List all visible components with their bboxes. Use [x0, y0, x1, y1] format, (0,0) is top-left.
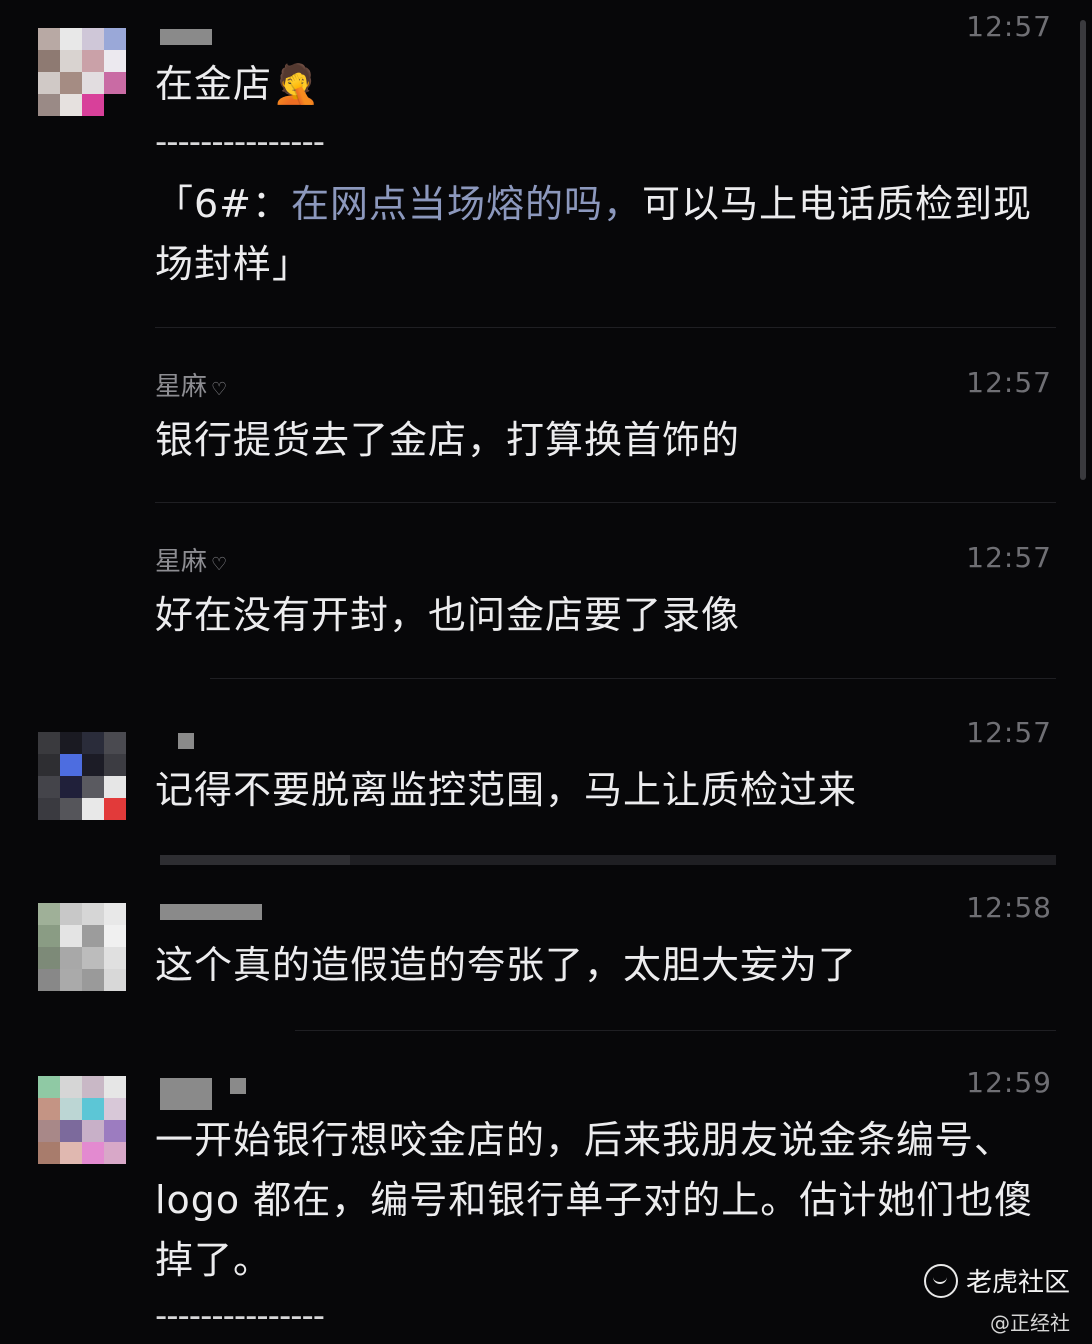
- sender-name-redacted: [160, 1078, 212, 1110]
- scrollbar[interactable]: [1080, 20, 1086, 480]
- avatar[interactable]: [38, 732, 126, 820]
- message-text: 一开始银行想咬金店的，后来我朋友说金条编号、logo 都在，编号和银行单子对的上…: [155, 1118, 1034, 1282]
- sender-name: 星麻 ♡: [155, 366, 227, 403]
- quote-highlight: 在网点当场熔的吗，: [291, 182, 643, 226]
- divider-dashes: ---------------: [155, 122, 325, 162]
- sender-name-redacted: [230, 1078, 246, 1094]
- sender-name-redacted: [160, 29, 212, 45]
- watermark-sub: @正经社: [990, 1311, 1070, 1335]
- quoted-message: 「6#：在网点当场熔的吗，可以马上电话质检到现场封样」: [155, 174, 1044, 294]
- separator: [210, 678, 1056, 679]
- sender-name: 星麻 ♡: [155, 541, 227, 578]
- message-text: 在金店🤦: [155, 62, 321, 106]
- tiger-community-icon: [923, 1263, 958, 1298]
- sender-name-text: 星麻: [155, 372, 208, 402]
- separator: [155, 502, 1056, 503]
- watermark-logo: 老虎社区: [923, 1262, 1070, 1299]
- message-time: 12:57: [966, 541, 1052, 574]
- separator: [295, 1030, 1056, 1031]
- avatar[interactable]: [38, 1076, 126, 1164]
- avatar[interactable]: [38, 28, 126, 116]
- separator: [155, 327, 1056, 328]
- quote-prefix: 「6#：: [155, 182, 292, 226]
- message-time: 12:57: [966, 366, 1052, 399]
- separator: [160, 855, 1056, 865]
- message-time: 12:57: [966, 716, 1052, 749]
- sender-name-text: 星麻: [155, 547, 208, 577]
- heart-icon: ♡: [211, 379, 228, 400]
- message-time: 12:58: [966, 891, 1052, 924]
- message-time: 12:57: [966, 10, 1052, 43]
- message-text: 记得不要脱离监控范围，马上让质检过来: [155, 768, 858, 812]
- sender-name-redacted: [160, 904, 262, 920]
- avatar[interactable]: [38, 903, 126, 991]
- message-text: 银行提货去了金店，打算换首饰的: [155, 418, 741, 462]
- sender-name-redacted: [178, 733, 194, 749]
- message-text: 这个真的造假造的夸张了，太胆大妄为了: [155, 943, 858, 987]
- heart-icon: ♡: [211, 554, 228, 575]
- watermark-text: 老虎社区: [965, 1268, 1070, 1298]
- divider-dashes: ---------------: [155, 1296, 325, 1336]
- message-time: 12:59: [966, 1066, 1052, 1099]
- message-text: 好在没有开封，也问金店要了录像: [155, 593, 741, 637]
